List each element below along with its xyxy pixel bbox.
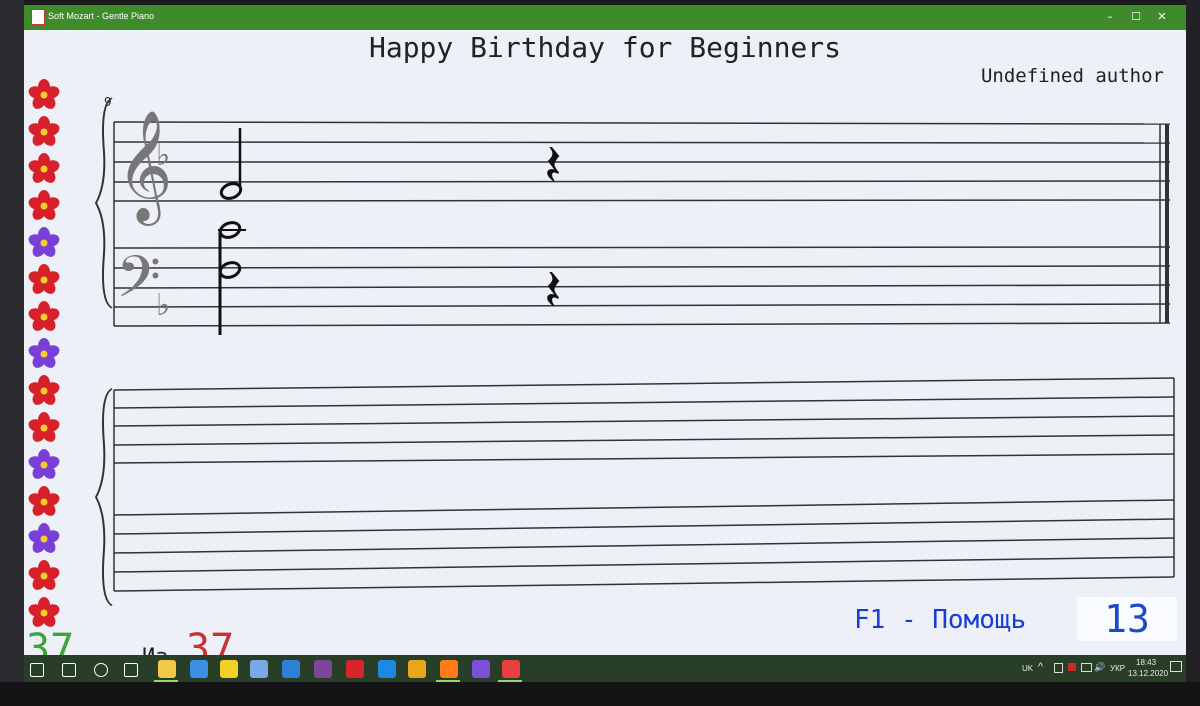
app-icon: [31, 9, 45, 25]
language-indicator[interactable]: UK: [1022, 664, 1033, 673]
tray-antivirus-icon[interactable]: [1068, 663, 1076, 671]
purple-flower-icon: [28, 523, 60, 553]
clock-time[interactable]: 18:43: [1136, 658, 1156, 667]
firefox-icon[interactable]: [440, 660, 458, 678]
empty-bass-staff: [113, 499, 1175, 592]
system-2-brace: [94, 388, 113, 607]
window-title: Soft Mozart - Gentle Piano: [48, 11, 155, 21]
tray-chevron-icon[interactable]: ^: [1038, 661, 1043, 673]
edge-legacy-icon[interactable]: [282, 660, 300, 678]
score-author: Undefined author: [980, 65, 1164, 87]
current-note-counter: 37: [26, 626, 75, 655]
help-hint[interactable]: F1 - Помощь: [854, 605, 1026, 635]
title-bar: Soft Mozart - Gentle Piano – ☐ ✕: [24, 5, 1186, 30]
bass-staff: [113, 246, 1171, 327]
bass-quarter-rest-icon: 𝄽: [544, 256, 562, 324]
task-view-icon[interactable]: [124, 663, 138, 677]
treble-staff: [113, 121, 1171, 202]
clock-date[interactable]: 13.12.2020: [1128, 669, 1168, 678]
windows-taskbar: UK ^ 🔊 УКР 18:43 13.12.2020: [24, 655, 1186, 683]
tor-icon[interactable]: [314, 660, 332, 678]
notification-icon[interactable]: [1170, 661, 1182, 672]
red-flower-icon: [28, 153, 60, 183]
screen-bezel-bottom: [0, 682, 1200, 706]
red-flower-icon: [28, 375, 60, 405]
close-button[interactable]: ✕: [1152, 9, 1172, 25]
treble-flat-icon: ♭: [156, 138, 170, 173]
purple-flower-icon: [28, 449, 60, 479]
volume-icon[interactable]: 🔊: [1094, 662, 1105, 673]
input-language[interactable]: УКР: [1110, 664, 1125, 673]
bass-flat-icon: ♭: [156, 288, 170, 323]
file-explorer-icon[interactable]: [158, 660, 176, 678]
score-title: Happy Birthday for Beginners: [368, 31, 841, 64]
app-window: Soft Mozart - Gentle Piano – ☐ ✕ Happy B…: [24, 5, 1186, 655]
system-1-brace: [94, 97, 113, 309]
red-flower-icon: [28, 597, 60, 627]
purple-flower-icon: [28, 227, 60, 257]
cortana-icon[interactable]: [94, 663, 108, 677]
purple-flower-icon: [28, 338, 60, 368]
minimize-button[interactable]: –: [1100, 9, 1120, 25]
lightning-app-icon[interactable]: [220, 660, 238, 678]
edge-icon[interactable]: [378, 660, 396, 678]
empty-treble-staff: [113, 377, 1175, 464]
music-score: 𝄞 𝄢 ♭ ♭ 𝄽 𝄽: [94, 97, 1175, 607]
search-icon[interactable]: [62, 663, 76, 677]
red-flower-icon: [28, 79, 60, 109]
note-bass-a: [218, 261, 242, 279]
opera-icon[interactable]: [346, 660, 364, 678]
windows-start-icon[interactable]: [30, 663, 44, 677]
red-flower-icon: [28, 301, 60, 331]
red-flower-icon: [28, 190, 60, 220]
chrome-icon[interactable]: [408, 660, 426, 678]
of-label: Из: [142, 645, 169, 655]
red-flower-icon: [28, 486, 60, 516]
soft-mozart-icon[interactable]: [502, 660, 520, 678]
bass-clef-icon: 𝄢: [116, 243, 161, 325]
save-app-icon[interactable]: [250, 660, 268, 678]
red-flower-icon: [28, 412, 60, 442]
treble-quarter-rest-icon: 𝄽: [544, 131, 562, 199]
network-icon[interactable]: [1081, 663, 1092, 672]
red-flower-icon: [28, 116, 60, 146]
maximize-button[interactable]: ☐: [1126, 9, 1146, 25]
red-flower-icon: [28, 264, 60, 294]
calculator-icon[interactable]: [190, 660, 208, 678]
total-note-counter: 37: [186, 626, 235, 655]
red-flower-icon: [28, 560, 60, 590]
tray-app-icon[interactable]: [1054, 663, 1063, 673]
viber-icon[interactable]: [472, 660, 490, 678]
screen-bezel-right: [1186, 0, 1200, 706]
screen-bezel-left: [0, 0, 24, 706]
page-number: 13: [1077, 597, 1177, 641]
